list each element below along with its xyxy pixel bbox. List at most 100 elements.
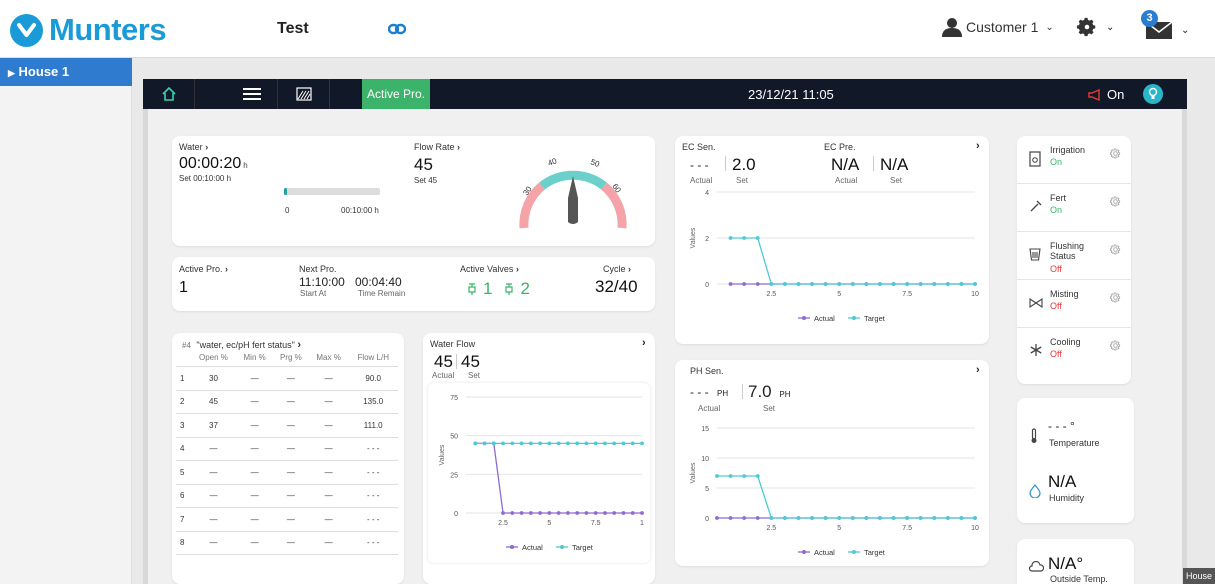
temperature-label: Temperature	[1049, 438, 1100, 448]
table-row[interactable]: 2 45— — —135.0	[176, 390, 398, 414]
set-label: Set	[468, 371, 481, 380]
table-cell: —	[272, 484, 309, 508]
device-settings-gear-icon[interactable]	[1110, 146, 1121, 164]
data-point-target	[742, 236, 747, 240]
table-cell: —	[190, 531, 237, 555]
x-tick-label: 10	[971, 291, 979, 298]
table-cell: 8	[176, 531, 191, 555]
data-point-target	[630, 441, 635, 446]
munters-logo[interactable]: Munters	[10, 12, 167, 48]
caret-right-icon: ▶	[8, 68, 15, 78]
humidity-label: Humidity	[1049, 493, 1085, 503]
water-link[interactable]: Water ›	[179, 142, 208, 152]
table-cell: —	[272, 507, 309, 532]
data-point-target	[755, 236, 760, 240]
table-cell: —	[308, 531, 349, 555]
table-cell: 3	[176, 413, 191, 438]
cycle-link[interactable]: Cycle ›	[603, 264, 631, 274]
x-tick-label: 2.5	[498, 520, 508, 527]
ec-chevron-icon[interactable]: ›	[976, 140, 980, 152]
data-point-target	[864, 282, 869, 286]
table-cell: 45	[190, 390, 237, 414]
active-program-link[interactable]: Active Pro. ›	[179, 264, 228, 274]
y-tick-label: 25	[450, 472, 458, 479]
device-settings-gear-icon[interactable]	[1110, 242, 1121, 260]
device-settings-gear-icon[interactable]	[1110, 338, 1121, 356]
outside-temp-label: Outside Temp.	[1050, 574, 1108, 584]
device-status: Off	[1050, 349, 1062, 359]
settings-menu[interactable]: ⌄	[1076, 16, 1114, 38]
table-cell: - - -	[348, 507, 398, 532]
sidebar-item-label: House 1	[18, 64, 70, 79]
home-button[interactable]	[143, 79, 195, 109]
table-row[interactable]: 7— — — — - - -	[176, 507, 398, 532]
table-cell: - - -	[348, 484, 398, 508]
ec-pre-actual: N/A	[831, 155, 860, 174]
tips-button[interactable]	[1143, 84, 1163, 104]
data-point-target	[755, 474, 760, 478]
alarm-toggle[interactable]: On	[1088, 87, 1124, 102]
device-row-flushing-status[interactable]: Flushing Status Off	[1017, 232, 1131, 280]
water-progress-bar	[284, 188, 380, 195]
table-row[interactable]: 5— — — — - - -	[176, 460, 398, 485]
data-point-actual	[565, 511, 570, 515]
water-flow-chevron-icon[interactable]: ›	[642, 337, 646, 349]
data-point-target	[612, 441, 617, 446]
gauge-tick-50: 50	[589, 157, 601, 169]
start-at-value: 11:10:00	[299, 275, 345, 289]
data-point-target	[823, 516, 828, 520]
series-line-target	[717, 475, 975, 519]
table-row[interactable]: 8— — — — - - -	[176, 531, 398, 555]
data-point-actual	[715, 516, 719, 520]
user-menu[interactable]: Customer 1 ⌄	[941, 17, 1054, 37]
device-settings-gear-icon[interactable]	[1110, 290, 1121, 308]
table-cell: - - -	[348, 460, 398, 485]
table-cell: —	[272, 437, 309, 461]
ph-chevron-icon[interactable]: ›	[976, 364, 980, 376]
table-cell: —	[236, 507, 273, 532]
menu-button[interactable]	[226, 79, 278, 109]
divider	[742, 384, 743, 399]
device-row-fert[interactable]: Fert On	[1017, 184, 1131, 232]
x-tick-label: 5	[547, 520, 551, 527]
munters-logo-icon	[10, 13, 43, 47]
device-name: Irrigation	[1050, 145, 1086, 155]
x-tick-label: 10	[971, 525, 979, 532]
device-settings-gear-icon[interactable]	[1110, 194, 1121, 212]
brand-name: Munters	[49, 12, 167, 47]
x-tick-label: 2.5	[766, 525, 776, 532]
data-point-target	[510, 441, 515, 446]
gauge-needle	[568, 176, 578, 224]
connection-link-icon[interactable]	[387, 22, 407, 40]
data-point-target	[959, 282, 964, 286]
x-tick-label: 2.5	[766, 291, 776, 298]
ec-sensor-actual: - - -	[690, 158, 709, 172]
data-point-target	[891, 516, 896, 520]
table-row[interactable]: 3 37— — —111.0	[176, 413, 398, 438]
ph-title: PH Sen.	[690, 366, 724, 376]
cooling-snowflake-icon	[1029, 343, 1043, 362]
data-point-target	[519, 441, 524, 446]
data-point-target	[878, 282, 882, 286]
messages-menu[interactable]: 3 ⌄	[1141, 10, 1189, 47]
sidebar: ▶ House 1	[0, 58, 132, 584]
table-row[interactable]: 4— — — — - - -	[176, 437, 398, 461]
flow-rate-link[interactable]: Flow Rate ›	[414, 142, 460, 152]
device-row-cooling[interactable]: Cooling Off	[1017, 328, 1131, 376]
outside-temp-card: N/A° Outside Temp.	[1017, 539, 1134, 584]
active-valves-link[interactable]: Active Valves ›	[460, 264, 519, 274]
program-status-card: Active Pro. › 1 Next Pro. 11:10:00 Start…	[172, 257, 655, 311]
graphs-button[interactable]	[278, 79, 330, 109]
y-axis-label: Values	[690, 227, 697, 248]
table-row[interactable]: 6— — — — - - -	[176, 484, 398, 508]
tab-active-program[interactable]: Active Pro.	[362, 79, 430, 109]
table-cell: —	[190, 460, 237, 485]
table-cell: —	[308, 460, 349, 485]
device-row-misting[interactable]: Misting Off	[1017, 280, 1131, 328]
alarm-status: On	[1107, 87, 1125, 102]
data-point-actual	[742, 516, 747, 520]
legend-swatch-dot	[802, 550, 806, 554]
sidebar-item-house-1[interactable]: ▶ House 1	[0, 58, 132, 86]
device-row-irrigation[interactable]: Irrigation On	[1017, 136, 1131, 184]
table-row[interactable]: 1 30— — —90.0	[176, 366, 398, 391]
